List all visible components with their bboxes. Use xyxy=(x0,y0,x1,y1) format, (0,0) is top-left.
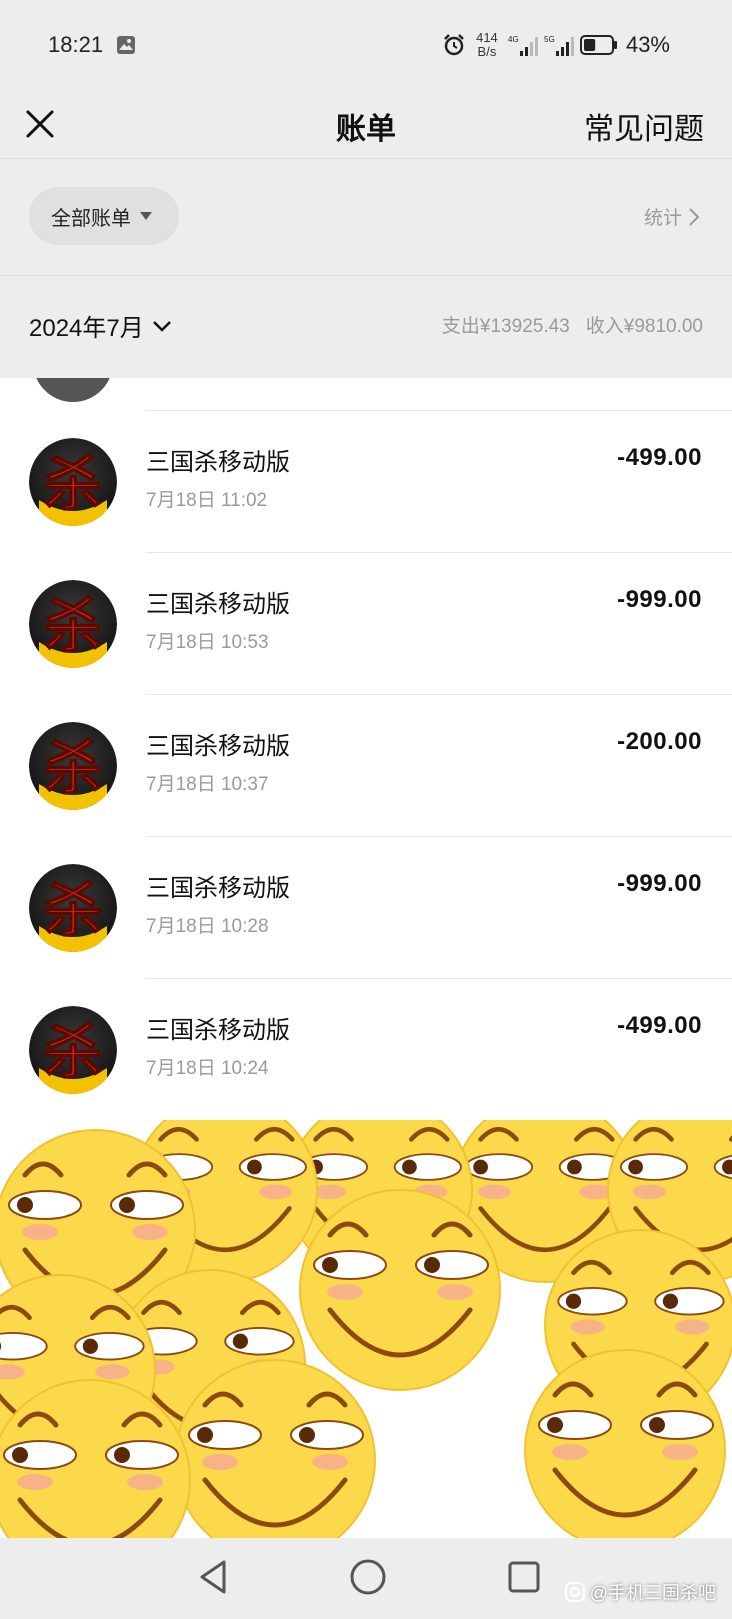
battery-icon xyxy=(579,35,617,55)
signal-1-label: 4G xyxy=(508,35,519,44)
month-selector[interactable]: 2024年7月 xyxy=(29,308,172,343)
transaction-name: 三国杀移动版 xyxy=(146,733,290,760)
signal-icon: 4G xyxy=(508,35,538,56)
transaction-list: 杀三国杀移动版 7月18日 11:02 -499.00 杀三国杀移动版 7月18日 10… xyxy=(0,378,732,1538)
all-bills-label: 全部账单 xyxy=(51,207,131,230)
alarm-icon xyxy=(444,34,464,56)
gallery-icon xyxy=(117,36,135,54)
transaction-time: 7月18日 10:28 xyxy=(146,916,269,937)
avatar-glyph: 杀 xyxy=(44,876,102,944)
row-divider xyxy=(146,978,732,979)
row-divider xyxy=(146,836,732,837)
signal-icon: 5G xyxy=(544,35,574,56)
transaction-name: 三国杀移动版 xyxy=(146,875,290,902)
battery-percent: 43% xyxy=(625,32,670,57)
avatar: 杀 xyxy=(29,1006,117,1094)
transaction-amount: -200.00 xyxy=(617,728,702,755)
transaction-row[interactable]: 杀 三国杀移动版 7月18日 10:53 -999.00 xyxy=(0,552,732,698)
month-label: 2024年7月 xyxy=(29,315,144,342)
filter-bar: 全部账单 统计 xyxy=(0,159,732,276)
transaction-time: 7月18日 10:53 xyxy=(146,632,269,653)
transaction-time: 7月18日 10:24 xyxy=(146,1058,269,1079)
close-icon[interactable] xyxy=(20,104,60,144)
status-bar: 18:21 414 B/s 4G 5G 43% xyxy=(0,0,732,90)
chevron-right-icon xyxy=(689,207,700,226)
transaction-row[interactable]: 杀 三国杀移动版 7月18日 10:37 -200.00 xyxy=(0,694,732,840)
avatar-glyph: 杀 xyxy=(44,592,102,660)
avatar: 杀 xyxy=(29,580,117,668)
transaction-row[interactable]: 杀 三国杀移动版 7月18日 11:02 -499.00 xyxy=(0,410,732,556)
transaction-row[interactable]: 杀 三国杀移动版 7月18日 10:28 -999.00 xyxy=(0,836,732,982)
transaction-row[interactable]: 杀 三国杀移动版 7月18日 10:24 -499.00 xyxy=(0,978,732,1124)
status-right-group: 414 B/s 4G 5G 43% xyxy=(442,28,670,62)
watermark-text: @手机三国杀吧 xyxy=(589,1583,716,1603)
stats-button[interactable]: 统计 xyxy=(644,203,700,230)
network-speed-unit: B/s xyxy=(477,44,497,59)
income-total: 收入¥9810.00 xyxy=(585,316,703,337)
transaction-time: 7月18日 10:37 xyxy=(146,774,269,795)
avatar-glyph: 杀 xyxy=(44,450,102,518)
row-divider xyxy=(146,552,732,553)
row-divider xyxy=(146,410,732,411)
status-time: 18:21 xyxy=(48,32,104,57)
weibo-icon xyxy=(564,1582,585,1602)
month-summary: 支出¥13925.43 收入¥9810.00 xyxy=(442,311,703,338)
recent-apps-icon[interactable] xyxy=(506,1559,542,1595)
transaction-name: 三国杀移动版 xyxy=(146,449,290,476)
caret-down-icon xyxy=(140,212,152,220)
all-bills-filter[interactable]: 全部账单 xyxy=(29,187,179,245)
row-divider xyxy=(146,694,732,695)
back-icon[interactable] xyxy=(196,1558,230,1596)
system-nav-bar: @手机三国杀吧 xyxy=(0,1538,732,1619)
network-speed: 414 B/s xyxy=(472,31,502,59)
transaction-name: 三国杀移动版 xyxy=(146,1017,290,1044)
transaction-amount: -999.00 xyxy=(617,870,702,897)
avatar-glyph: 杀 xyxy=(44,1018,102,1086)
watermark: @手机三国杀吧 xyxy=(564,1579,716,1605)
transaction-amount: -499.00 xyxy=(617,1012,702,1039)
faq-button[interactable]: 常见问题 xyxy=(584,104,704,148)
expense-total: 支出¥13925.43 xyxy=(441,316,570,337)
header-bar: 账单 常见问题 xyxy=(0,90,732,159)
avatar-glyph: 杀 xyxy=(44,734,102,802)
stats-label: 统计 xyxy=(643,208,682,229)
home-icon[interactable] xyxy=(348,1557,388,1597)
signal-2-label: 5G xyxy=(544,35,555,44)
transaction-amount: -499.00 xyxy=(617,444,702,471)
transaction-name: 三国杀移动版 xyxy=(146,591,290,618)
avatar xyxy=(33,378,113,402)
avatar: 杀 xyxy=(29,722,117,810)
transaction-amount: -999.00 xyxy=(617,586,702,613)
chevron-down-icon xyxy=(152,320,171,332)
avatar: 杀 xyxy=(29,438,117,526)
month-summary-bar: 2024年7月 支出¥13925.43 收入¥9810.00 xyxy=(0,276,732,378)
avatar: 杀 xyxy=(29,864,117,952)
transaction-time: 7月18日 11:02 xyxy=(146,490,268,511)
network-speed-value: 414 xyxy=(476,30,498,45)
